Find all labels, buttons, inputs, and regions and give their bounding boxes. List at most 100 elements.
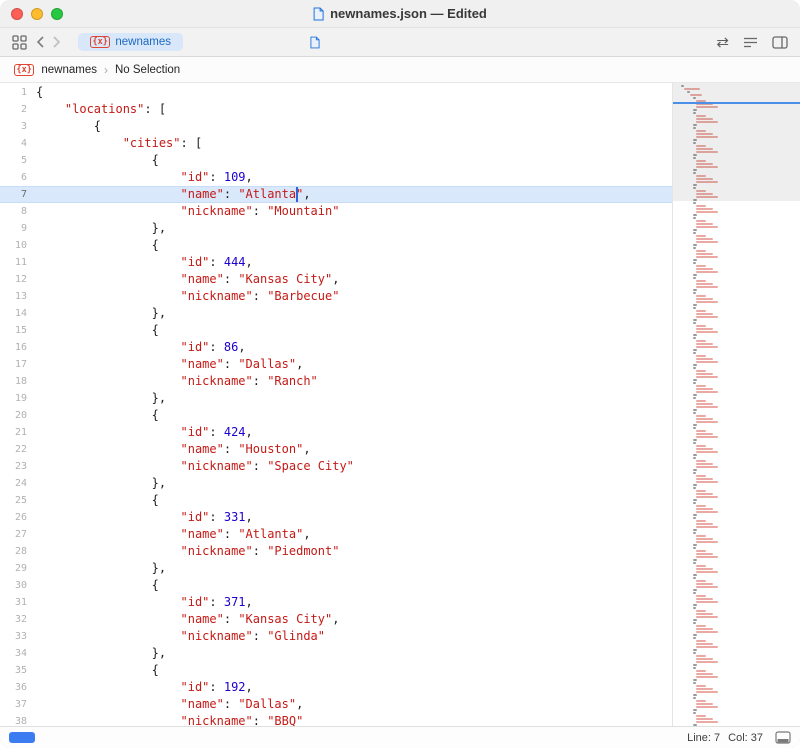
line-number: 16 xyxy=(0,342,36,353)
json-file-icon: {x} xyxy=(14,64,34,76)
line-number: 34 xyxy=(0,648,36,659)
json-file-icon: {x} xyxy=(90,36,110,48)
line-number: 21 xyxy=(0,427,36,438)
line-number: 31 xyxy=(0,597,36,608)
code-line[interactable]: 16 "id": 86, xyxy=(0,339,672,356)
line-number: 37 xyxy=(0,699,36,710)
column-indicator: Col: 37 xyxy=(728,732,763,744)
code-line[interactable]: 17 "name": "Dallas", xyxy=(0,356,672,373)
code-line[interactable]: 37 "name": "Dallas", xyxy=(0,696,672,713)
code-line[interactable]: 22 "name": "Houston", xyxy=(0,441,672,458)
line-number: 20 xyxy=(0,410,36,421)
code-line[interactable]: 34 }, xyxy=(0,645,672,662)
line-number: 36 xyxy=(0,682,36,693)
code-line[interactable]: 10 { xyxy=(0,237,672,254)
chevron-right-icon: › xyxy=(104,63,108,77)
code-line[interactable]: 30 { xyxy=(0,577,672,594)
line-number: 18 xyxy=(0,376,36,387)
code-line[interactable]: 2 "locations": [ xyxy=(0,101,672,118)
document-proxy-icon xyxy=(313,7,324,21)
traffic-lights xyxy=(0,8,63,20)
code-line[interactable]: 9 }, xyxy=(0,220,672,237)
code-line[interactable]: 8 "nickname": "Mountain" xyxy=(0,203,672,220)
code-line[interactable]: 3 { xyxy=(0,118,672,135)
code-line[interactable]: 25 { xyxy=(0,492,672,509)
code-line[interactable]: 36 "id": 192, xyxy=(0,679,672,696)
code-line[interactable]: 6 "id": 109, xyxy=(0,169,672,186)
code-review-icon[interactable]: ⇄ xyxy=(716,35,729,50)
code-line[interactable]: 21 "id": 424, xyxy=(0,424,672,441)
line-number: 33 xyxy=(0,631,36,642)
forward-icon[interactable] xyxy=(53,36,61,48)
code-line[interactable]: 7 "name": "Atlanta", xyxy=(0,186,672,203)
code-line[interactable]: 11 "id": 444, xyxy=(0,254,672,271)
code-line[interactable]: 29 }, xyxy=(0,560,672,577)
tab-newnames[interactable]: {x} newnames xyxy=(78,33,183,51)
jump-bar-selection[interactable]: No Selection xyxy=(115,64,180,76)
code-line[interactable]: 27 "name": "Atlanta", xyxy=(0,526,672,543)
jump-bar-file[interactable]: newnames xyxy=(41,64,97,76)
code-line[interactable]: 20 { xyxy=(0,407,672,424)
line-number: 22 xyxy=(0,444,36,455)
line-number: 12 xyxy=(0,274,36,285)
adjust-editor-options-icon[interactable] xyxy=(743,36,758,49)
line-number: 19 xyxy=(0,393,36,404)
code-line[interactable]: 26 "id": 331, xyxy=(0,509,672,526)
line-number: 38 xyxy=(0,716,36,726)
editor-area: 1{2 "locations": [3 {4 "cities": [5 {6 "… xyxy=(0,83,800,726)
code-line[interactable]: 28 "nickname": "Piedmont" xyxy=(0,543,672,560)
line-number: 15 xyxy=(0,325,36,336)
line-number: 26 xyxy=(0,512,36,523)
code-line[interactable]: 12 "name": "Kansas City", xyxy=(0,271,672,288)
add-editor-icon[interactable] xyxy=(772,36,788,49)
code-line[interactable]: 31 "id": 371, xyxy=(0,594,672,611)
line-number: 17 xyxy=(0,359,36,370)
window-title: newnames.json — Edited xyxy=(330,6,487,21)
code-line[interactable]: 13 "nickname": "Barbecue" xyxy=(0,288,672,305)
code-line[interactable]: 24 }, xyxy=(0,475,672,492)
line-number: 30 xyxy=(0,580,36,591)
zoom-button[interactable] xyxy=(51,8,63,20)
code-line[interactable]: 14 }, xyxy=(0,305,672,322)
code-line[interactable]: 33 "nickname": "Glinda" xyxy=(0,628,672,645)
line-number: 3 xyxy=(0,121,36,132)
jump-bar: {x} newnames › No Selection xyxy=(0,57,800,83)
line-indicator: Line: 7 xyxy=(687,732,720,744)
line-number: 35 xyxy=(0,665,36,676)
minimap-current-line-marker xyxy=(673,102,800,104)
window-title-group: newnames.json — Edited xyxy=(313,6,487,21)
line-number: 14 xyxy=(0,308,36,319)
code-line[interactable]: 35 { xyxy=(0,662,672,679)
cursor-position: Line: 7 Col: 37 xyxy=(687,732,763,744)
minimap-visible-region[interactable] xyxy=(673,83,800,201)
minimap[interactable] xyxy=(672,83,800,726)
status-bar: Line: 7 Col: 37 xyxy=(0,726,800,748)
line-number: 4 xyxy=(0,138,36,149)
line-number: 6 xyxy=(0,172,36,183)
tab-bar-document-icon[interactable] xyxy=(310,36,320,49)
tab-overview-icon[interactable] xyxy=(12,35,27,50)
code-line[interactable]: 15 { xyxy=(0,322,672,339)
code-line[interactable]: 4 "cities": [ xyxy=(0,135,672,152)
code-line[interactable]: 38 "nickname": "BBQ" xyxy=(0,713,672,726)
line-number: 5 xyxy=(0,155,36,166)
line-number: 29 xyxy=(0,563,36,574)
minimize-button[interactable] xyxy=(31,8,43,20)
horizontal-scrollbar-thumb[interactable] xyxy=(9,732,35,743)
line-number: 9 xyxy=(0,223,36,234)
source-editor[interactable]: 1{2 "locations": [3 {4 "cities": [5 {6 "… xyxy=(0,83,672,726)
back-icon[interactable] xyxy=(36,36,44,48)
code-line[interactable]: 19 }, xyxy=(0,390,672,407)
close-button[interactable] xyxy=(11,8,23,20)
code-line[interactable]: 23 "nickname": "Space City" xyxy=(0,458,672,475)
hide-bottom-bar-icon[interactable] xyxy=(775,731,791,744)
code-line[interactable]: 5 { xyxy=(0,152,672,169)
code-line[interactable]: 1{ xyxy=(0,84,672,101)
code-line[interactable]: 32 "name": "Kansas City", xyxy=(0,611,672,628)
line-number: 27 xyxy=(0,529,36,540)
tab-bar: {x} newnames ⇄ xyxy=(0,28,800,57)
line-number: 10 xyxy=(0,240,36,251)
line-number: 2 xyxy=(0,104,36,115)
editor-toolbar-icons: ⇄ xyxy=(716,35,788,50)
code-line[interactable]: 18 "nickname": "Ranch" xyxy=(0,373,672,390)
